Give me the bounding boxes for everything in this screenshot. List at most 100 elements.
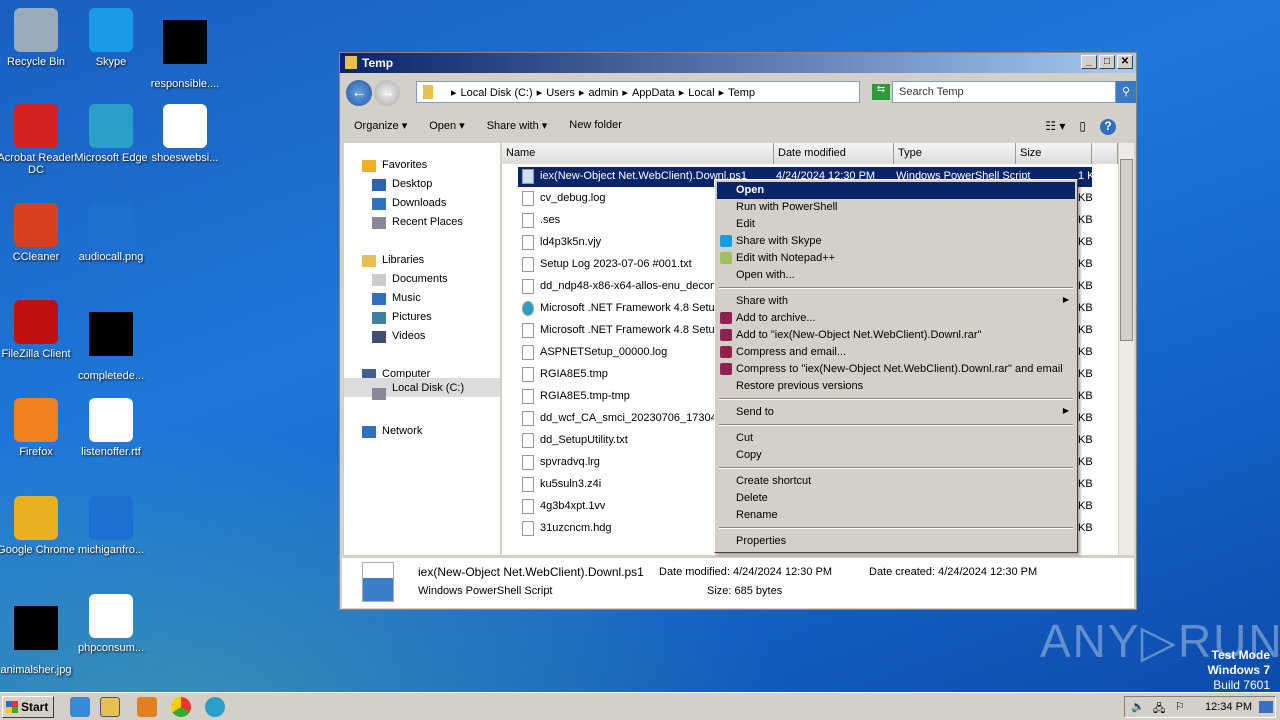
column-header[interactable] — [1092, 143, 1118, 164]
column-header[interactable]: Date modified — [774, 143, 894, 164]
scrollbar-thumb[interactable] — [1120, 159, 1133, 341]
desktop-icon[interactable]: listenoffer.rtf — [71, 398, 151, 458]
desktop-icon[interactable]: Recycle Bin — [0, 8, 76, 68]
desktop-icon[interactable]: FileZilla Client — [0, 300, 76, 360]
context-menu-item[interactable]: Open — [717, 182, 1075, 199]
desktop-icon[interactable]: shoeswebsi... — [145, 104, 225, 164]
desktop-icon[interactable]: phpconsum... — [71, 594, 151, 654]
breadcrumb-item[interactable]: AppData — [632, 87, 675, 99]
desktop-icon[interactable]: responsible.... — [145, 8, 225, 90]
desktop-icon[interactable]: Firefox — [0, 398, 76, 458]
nav-item[interactable]: Local Disk (C:) — [344, 378, 500, 397]
context-menu-item[interactable]: Copy — [717, 447, 1075, 464]
breadcrumb-item[interactable]: Local Disk (C:) — [461, 87, 533, 99]
breadcrumb[interactable]: ▸ Local Disk (C:) ▸ Users ▸ admin ▸ AppData ▸ Loc… — [416, 81, 860, 103]
context-menu-item[interactable]: Edit with Notepad++ — [717, 250, 1075, 267]
breadcrumb-item[interactable]: Users — [546, 87, 575, 99]
action-center-flag-icon[interactable]: ⚐ — [1175, 700, 1185, 713]
nav-item[interactable]: Pictures — [392, 311, 432, 323]
nav-item[interactable]: Recent Places — [392, 216, 463, 228]
nav-item[interactable]: Music — [392, 292, 421, 304]
views-icon[interactable]: ☷ ▾ — [1045, 119, 1065, 135]
ie-taskbar-icon[interactable] — [70, 697, 90, 717]
close-button[interactable]: ✕ — [1117, 55, 1133, 69]
explorer-taskbar-icon[interactable] — [100, 697, 120, 717]
breadcrumb-item[interactable]: Local — [688, 87, 714, 99]
desktop-icon[interactable]: Microsoft Edge — [71, 104, 151, 164]
menu-item-label: Open — [736, 184, 765, 196]
context-menu-item[interactable]: Run with PowerShell — [717, 199, 1075, 216]
breadcrumb-item[interactable]: admin — [588, 87, 618, 99]
context-menu-item[interactable]: Add to archive... — [717, 310, 1075, 327]
context-menu-item[interactable]: Create shortcut — [717, 473, 1075, 490]
context-menu-item[interactable]: Cut — [717, 430, 1075, 447]
desktop-icon[interactable]: Skype — [71, 8, 151, 68]
toolbar-button[interactable]: Share with ▾ — [487, 119, 548, 141]
breadcrumb-arrow[interactable]: ▸ — [622, 87, 628, 99]
network-icon[interactable]: 🖧 — [1153, 700, 1165, 719]
media-player-taskbar-icon[interactable] — [137, 697, 157, 717]
column-header[interactable]: Name — [502, 143, 774, 164]
toolbar-button[interactable]: Open ▾ — [429, 119, 465, 141]
toolbar-button[interactable]: New folder — [569, 119, 622, 141]
context-menu-item[interactable]: Compress and email... — [717, 344, 1075, 361]
desktop-icon-label: CCleaner — [12, 251, 60, 263]
vertical-scrollbar[interactable] — [1119, 143, 1134, 555]
context-menu-item[interactable]: Open with... — [717, 267, 1075, 284]
file-name: ld4p3k5n.vjy — [540, 236, 602, 248]
context-menu-item[interactable]: Share with ▶ — [717, 293, 1075, 310]
nav-item-icon — [372, 198, 386, 210]
desktop-icon[interactable]: animalsher.jpg — [0, 594, 76, 676]
clock[interactable]: 12:34 PM — [1205, 701, 1252, 713]
breadcrumb-item[interactable]: Temp — [728, 87, 755, 99]
desktop-icon[interactable]: michiganfro... — [71, 496, 151, 556]
context-menu-item[interactable]: Compress to "iex(New-Object Net.WebClien… — [717, 361, 1075, 378]
desktop-icon[interactable]: completede... — [71, 300, 151, 382]
desktop-icon[interactable]: Google Chrome — [0, 496, 76, 556]
context-menu-item[interactable]: Rename — [717, 507, 1075, 524]
window-title: Temp — [362, 56, 394, 70]
breadcrumb-arrow[interactable]: ▸ — [537, 87, 543, 99]
nav-item[interactable]: Videos — [392, 330, 425, 342]
context-menu-item[interactable]: Edit — [717, 216, 1075, 233]
desktop-icon[interactable]: CCleaner — [0, 203, 76, 263]
context-menu-item[interactable]: Send to ▶ — [717, 404, 1075, 421]
chrome-taskbar-icon[interactable] — [171, 697, 191, 717]
desktop-icon[interactable]: Acrobat Reader DC — [0, 104, 76, 176]
title-bar[interactable]: Temp _ □ ✕ — [340, 53, 1136, 73]
minimize-button[interactable]: _ — [1081, 55, 1097, 69]
nav-item[interactable]: Documents — [392, 273, 448, 285]
show-desktop-icon[interactable] — [1259, 701, 1273, 713]
context-menu-item[interactable]: Restore previous versions — [717, 378, 1075, 395]
preview-pane-icon[interactable]: ▯ — [1079, 119, 1086, 135]
file-size: KB — [1078, 324, 1093, 336]
start-button[interactable]: Start — [2, 696, 54, 718]
context-menu-item[interactable]: Add to "iex(New-Object Net.WebClient).Do… — [717, 327, 1075, 344]
breadcrumb-arrow[interactable]: ▸ — [719, 87, 725, 99]
desktop-icon[interactable]: audiocall.png — [71, 203, 151, 263]
context-menu-item[interactable]: Share with Skype — [717, 233, 1075, 250]
breadcrumb-arrow[interactable]: ▸ — [679, 87, 685, 99]
context-menu-item[interactable]: Properties — [717, 533, 1075, 550]
edge-taskbar-icon[interactable] — [205, 697, 225, 717]
context-menu-item[interactable]: Delete — [717, 490, 1075, 507]
back-button[interactable]: ← — [346, 80, 372, 106]
search-icon[interactable]: ⚲ — [1116, 81, 1136, 103]
column-header[interactable]: Type — [894, 143, 1016, 164]
column-header[interactable]: Size — [1016, 143, 1092, 164]
volume-icon[interactable]: 🔈 — [1131, 700, 1145, 713]
refresh-icon[interactable]: ⇆ — [872, 84, 890, 100]
maximize-button[interactable]: □ — [1099, 55, 1115, 69]
breadcrumb-arrow[interactable]: ▸ — [451, 87, 457, 99]
toolbar-button[interactable]: Organize ▾ — [354, 119, 407, 141]
nav-item[interactable]: Desktop — [392, 178, 432, 190]
forward-button[interactable]: → — [374, 80, 400, 106]
nav-item[interactable]: Favorites — [382, 159, 427, 171]
nav-item[interactable]: Libraries — [382, 254, 424, 266]
nav-item[interactable]: Downloads — [392, 197, 446, 209]
file-size: KB — [1078, 456, 1093, 468]
search-input[interactable]: Search Temp — [892, 81, 1116, 103]
help-icon[interactable]: ? — [1100, 119, 1116, 135]
nav-item[interactable]: Network — [382, 425, 422, 437]
breadcrumb-arrow[interactable]: ▸ — [579, 87, 585, 99]
